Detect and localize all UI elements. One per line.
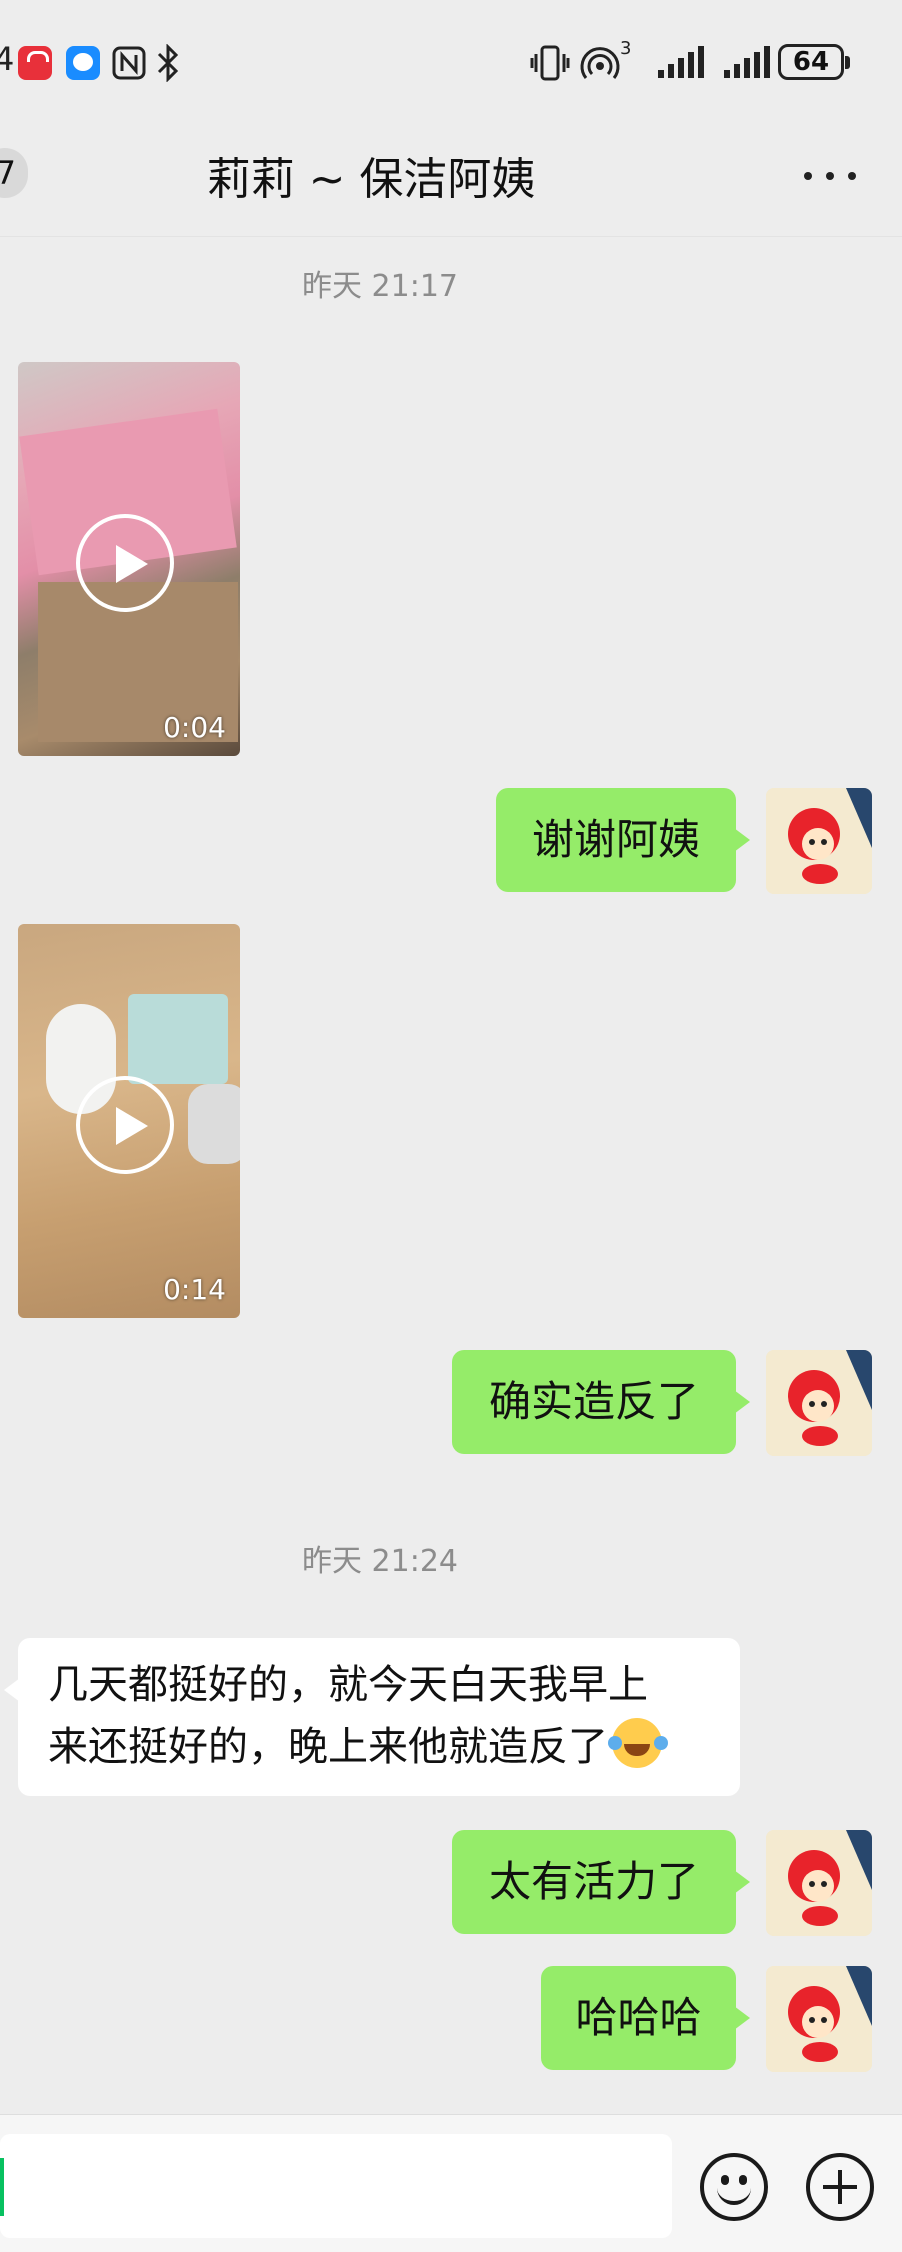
timestamp: 昨天 21:17 bbox=[302, 269, 458, 304]
text-caret bbox=[0, 2158, 4, 2216]
battery-indicator: 64 bbox=[778, 44, 850, 80]
timestamp: 昨天 21:24 bbox=[302, 1544, 458, 1579]
hotspot-icon bbox=[580, 47, 620, 79]
message-input[interactable] bbox=[0, 2134, 672, 2238]
avatar[interactable] bbox=[766, 1350, 872, 1456]
message-bubble-outgoing: 太有活力了 bbox=[452, 1830, 750, 1934]
play-icon[interactable] bbox=[76, 514, 174, 612]
video-message[interactable]: 0:14 bbox=[18, 924, 240, 1318]
avatar[interactable] bbox=[766, 788, 872, 894]
huawei-appgallery-icon bbox=[18, 46, 52, 80]
video-duration: 0:04 bbox=[163, 711, 226, 744]
message-bubble-outgoing: 确实造反了 bbox=[452, 1350, 750, 1454]
smiley-icon[interactable] bbox=[700, 2153, 768, 2221]
video-duration: 0:14 bbox=[163, 1273, 226, 1306]
message-bubble-outgoing: 谢谢阿姨 bbox=[496, 788, 750, 892]
play-icon[interactable] bbox=[76, 1076, 174, 1174]
nfc-icon bbox=[112, 46, 146, 80]
plus-circle-icon[interactable] bbox=[806, 2153, 874, 2221]
signal-badge: 3 bbox=[620, 38, 632, 59]
message-bubble-incoming: 几天都挺好的，就今天白天我早上 来还挺好的，晚上来他就造反了 bbox=[4, 1638, 740, 1796]
message-line: 来还挺好的，晚上来他就造反了 bbox=[48, 1724, 608, 1770]
signal-strength-2-icon bbox=[724, 46, 770, 78]
message-line-with-emoji: 来还挺好的，晚上来他就造反了 bbox=[48, 1716, 710, 1778]
status-bar: 4 3 64 bbox=[0, 0, 902, 130]
avatar[interactable] bbox=[766, 1966, 872, 2072]
message-app-icon bbox=[66, 46, 100, 80]
signal-strength-icon bbox=[658, 46, 704, 78]
chat-title: 莉莉 ~ 保洁阿姨 bbox=[206, 154, 536, 205]
message-line: 几天都挺好的，就今天白天我早上 bbox=[48, 1662, 648, 1708]
video-message[interactable]: 0:04 bbox=[18, 362, 240, 756]
laughing-crying-emoji-icon bbox=[608, 1718, 662, 1768]
vibrate-icon bbox=[530, 45, 570, 81]
message-bubble-outgoing: 哈哈哈 bbox=[541, 1966, 750, 2070]
status-partial-text: 4 bbox=[0, 40, 15, 78]
bluetooth-icon bbox=[157, 44, 179, 82]
more-dots-icon[interactable] bbox=[800, 155, 860, 195]
avatar[interactable] bbox=[766, 1830, 872, 1936]
